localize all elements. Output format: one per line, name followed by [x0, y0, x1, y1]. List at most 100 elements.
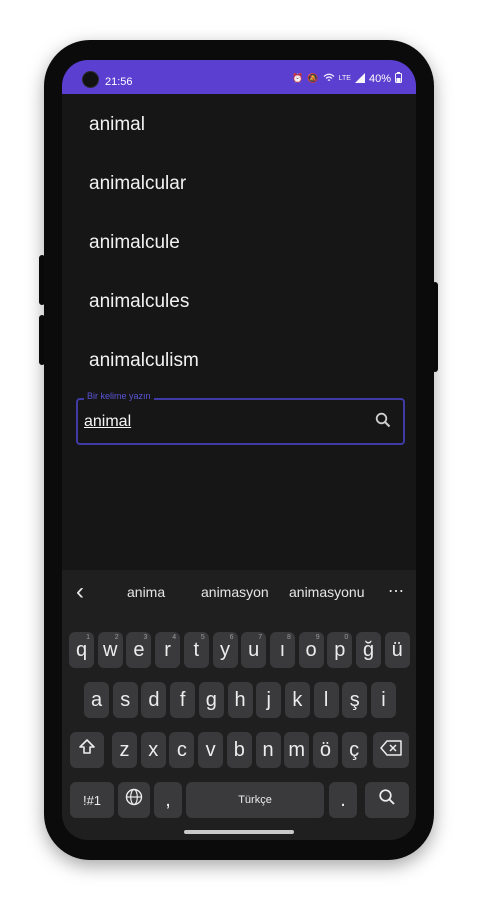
letter-key[interactable]: u7	[241, 632, 267, 668]
key-label: q	[75, 638, 88, 661]
front-camera	[82, 71, 99, 88]
prediction-item[interactable]: animasyon	[201, 584, 269, 600]
letter-key[interactable]: x	[140, 732, 166, 768]
key-label: ü	[391, 638, 403, 661]
letter-key[interactable]: p0	[327, 632, 353, 668]
letter-key[interactable]: i	[371, 682, 396, 718]
search-field-label: Bir kelime yazın	[84, 391, 154, 401]
letter-key[interactable]: ç	[341, 732, 367, 768]
key-label: u	[248, 638, 260, 661]
letter-key[interactable]: t5	[183, 632, 209, 668]
key-label: h	[234, 688, 246, 711]
comma-label: ,	[165, 788, 171, 811]
key-hint: 5	[200, 634, 205, 641]
key-hint: 9	[315, 634, 320, 641]
status-bar: 21:56 ⏰ 🔕 LTE 40%	[62, 60, 416, 94]
letter-key[interactable]: k	[284, 682, 310, 718]
letter-key[interactable]: f	[170, 682, 196, 718]
letter-key[interactable]: ı8	[269, 632, 295, 668]
battery-icon	[395, 72, 402, 85]
suggestion-item[interactable]: animal	[89, 114, 145, 136]
shift-key[interactable]	[70, 732, 104, 768]
letter-key[interactable]: z	[112, 732, 137, 768]
letter-key[interactable]: e3	[126, 632, 152, 668]
status-time: 21:56	[105, 76, 133, 88]
letter-key[interactable]: m	[284, 732, 310, 768]
search-field[interactable]: Bir kelime yazın animal	[76, 391, 405, 445]
key-label: a	[90, 688, 103, 711]
letter-key[interactable]: o9	[298, 632, 324, 668]
key-label: ö	[319, 738, 331, 761]
letter-key[interactable]: c	[169, 732, 195, 768]
key-hint: 7	[258, 634, 263, 641]
key-hint: 8	[286, 634, 291, 641]
key-label: p	[334, 638, 346, 661]
symbols-key[interactable]: !#1	[70, 782, 114, 818]
letter-key[interactable]: ü	[384, 632, 410, 668]
letter-key[interactable]: ö	[312, 732, 338, 768]
letter-key[interactable]: y6	[212, 632, 238, 668]
prediction-bar: ‹ anima animasyon animasyonu ⋯	[62, 570, 416, 612]
letter-key[interactable]: ğ	[356, 632, 381, 668]
letter-key[interactable]: r4	[155, 632, 181, 668]
letter-key[interactable]: d	[141, 682, 167, 718]
enter-key[interactable]	[365, 782, 409, 818]
search-icon	[378, 788, 396, 812]
key-label: k	[292, 688, 303, 711]
key-label: c	[176, 738, 187, 761]
prediction-item[interactable]: animasyonu	[289, 584, 365, 600]
key-label: x	[148, 738, 159, 761]
prediction-item[interactable]: anima	[127, 584, 165, 600]
back-icon[interactable]: ‹	[76, 578, 84, 606]
letter-key[interactable]: a	[84, 682, 109, 718]
key-label: n	[262, 738, 274, 761]
letter-key[interactable]: w2	[97, 632, 123, 668]
letter-key[interactable]: n	[255, 732, 281, 768]
letter-key[interactable]: s	[112, 682, 138, 718]
letter-key[interactable]: b	[226, 732, 252, 768]
letter-key[interactable]: g	[198, 682, 224, 718]
key-label: ç	[349, 738, 360, 761]
letter-key[interactable]: l	[313, 682, 339, 718]
key-label: i	[381, 688, 386, 711]
suggestion-item[interactable]: animalculism	[89, 350, 199, 372]
letter-key[interactable]: j	[256, 682, 282, 718]
key-hint: 4	[172, 634, 177, 641]
key-label: y	[220, 638, 230, 661]
wifi-icon	[323, 73, 335, 85]
letter-key[interactable]: v	[198, 732, 224, 768]
home-indicator[interactable]	[184, 830, 294, 834]
key-label: ş	[349, 688, 360, 711]
key-label: v	[205, 738, 216, 761]
comma-key[interactable]: ,	[154, 782, 182, 818]
key-label: j	[266, 688, 271, 711]
search-input[interactable]: animal	[84, 413, 131, 431]
silent-icon: 🔕	[307, 73, 319, 83]
globe-icon	[125, 788, 143, 812]
key-label: ğ	[362, 638, 375, 661]
letter-key[interactable]: ş	[342, 682, 368, 718]
letter-key[interactable]: q1	[69, 632, 94, 668]
symbols-label: !#1	[82, 792, 102, 808]
more-icon[interactable]: ⋯	[388, 581, 404, 601]
backspace-key[interactable]	[373, 732, 409, 768]
suggestion-item[interactable]: animalcule	[89, 232, 180, 254]
letter-key[interactable]: h	[227, 682, 253, 718]
keyboard: ‹ anima animasyon animasyonu ⋯ q1w2e3r4t…	[62, 570, 416, 840]
period-key[interactable]: .	[329, 782, 357, 818]
key-label: d	[148, 688, 160, 711]
key-label: f	[179, 688, 186, 711]
screen: 21:56 ⏰ 🔕 LTE 40% animal animalcular ani…	[62, 60, 416, 840]
key-label: ı	[279, 638, 286, 661]
globe-key[interactable]	[118, 782, 150, 818]
key-label: b	[233, 738, 245, 761]
key-label: m	[288, 738, 306, 761]
search-icon[interactable]	[375, 412, 391, 433]
battery-percent: 40%	[368, 72, 391, 85]
suggestion-item[interactable]: animalcular	[89, 173, 186, 195]
signal-icon	[354, 72, 365, 85]
key-label: r	[164, 638, 171, 661]
suggestion-item[interactable]: animalcules	[89, 291, 189, 313]
space-key[interactable]: Türkçe	[186, 782, 324, 818]
key-label: g	[205, 688, 217, 711]
